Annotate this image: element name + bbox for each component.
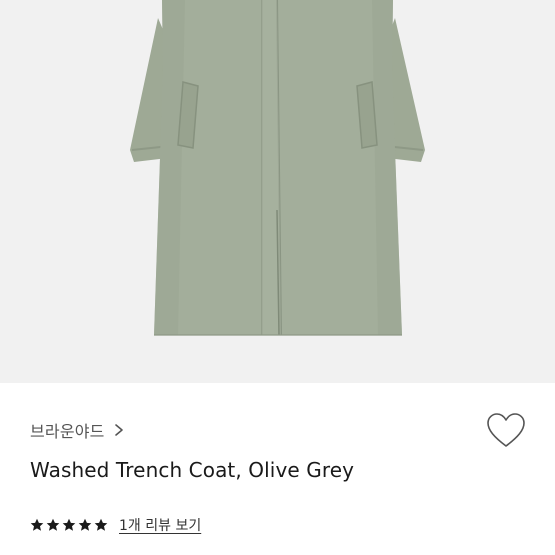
rating-row: 1개 리뷰 보기 — [30, 513, 201, 537]
wishlist-button[interactable] — [486, 412, 526, 450]
heart-outline-icon — [487, 413, 525, 447]
brand-link[interactable]: 브라운야드 — [30, 419, 126, 441]
product-title: Washed Trench Coat, Olive Grey — [30, 458, 355, 482]
star-filled-icon — [94, 518, 108, 531]
star-rating — [30, 518, 108, 532]
star-filled-icon — [46, 518, 60, 531]
product-detail-page: 브라운야드 Washed Trench Coat, Olive Grey 1개 … — [0, 0, 555, 555]
product-image[interactable] — [0, 0, 555, 383]
brand-name: 브라운야드 — [30, 422, 105, 441]
star-filled-icon — [30, 518, 44, 531]
chevron-right-icon — [114, 424, 123, 436]
trench-coat-illustration — [0, 0, 555, 383]
star-filled-icon — [78, 518, 92, 531]
star-filled-icon — [62, 518, 76, 531]
view-reviews-link[interactable]: 1개 리뷰 보기 — [119, 515, 201, 535]
